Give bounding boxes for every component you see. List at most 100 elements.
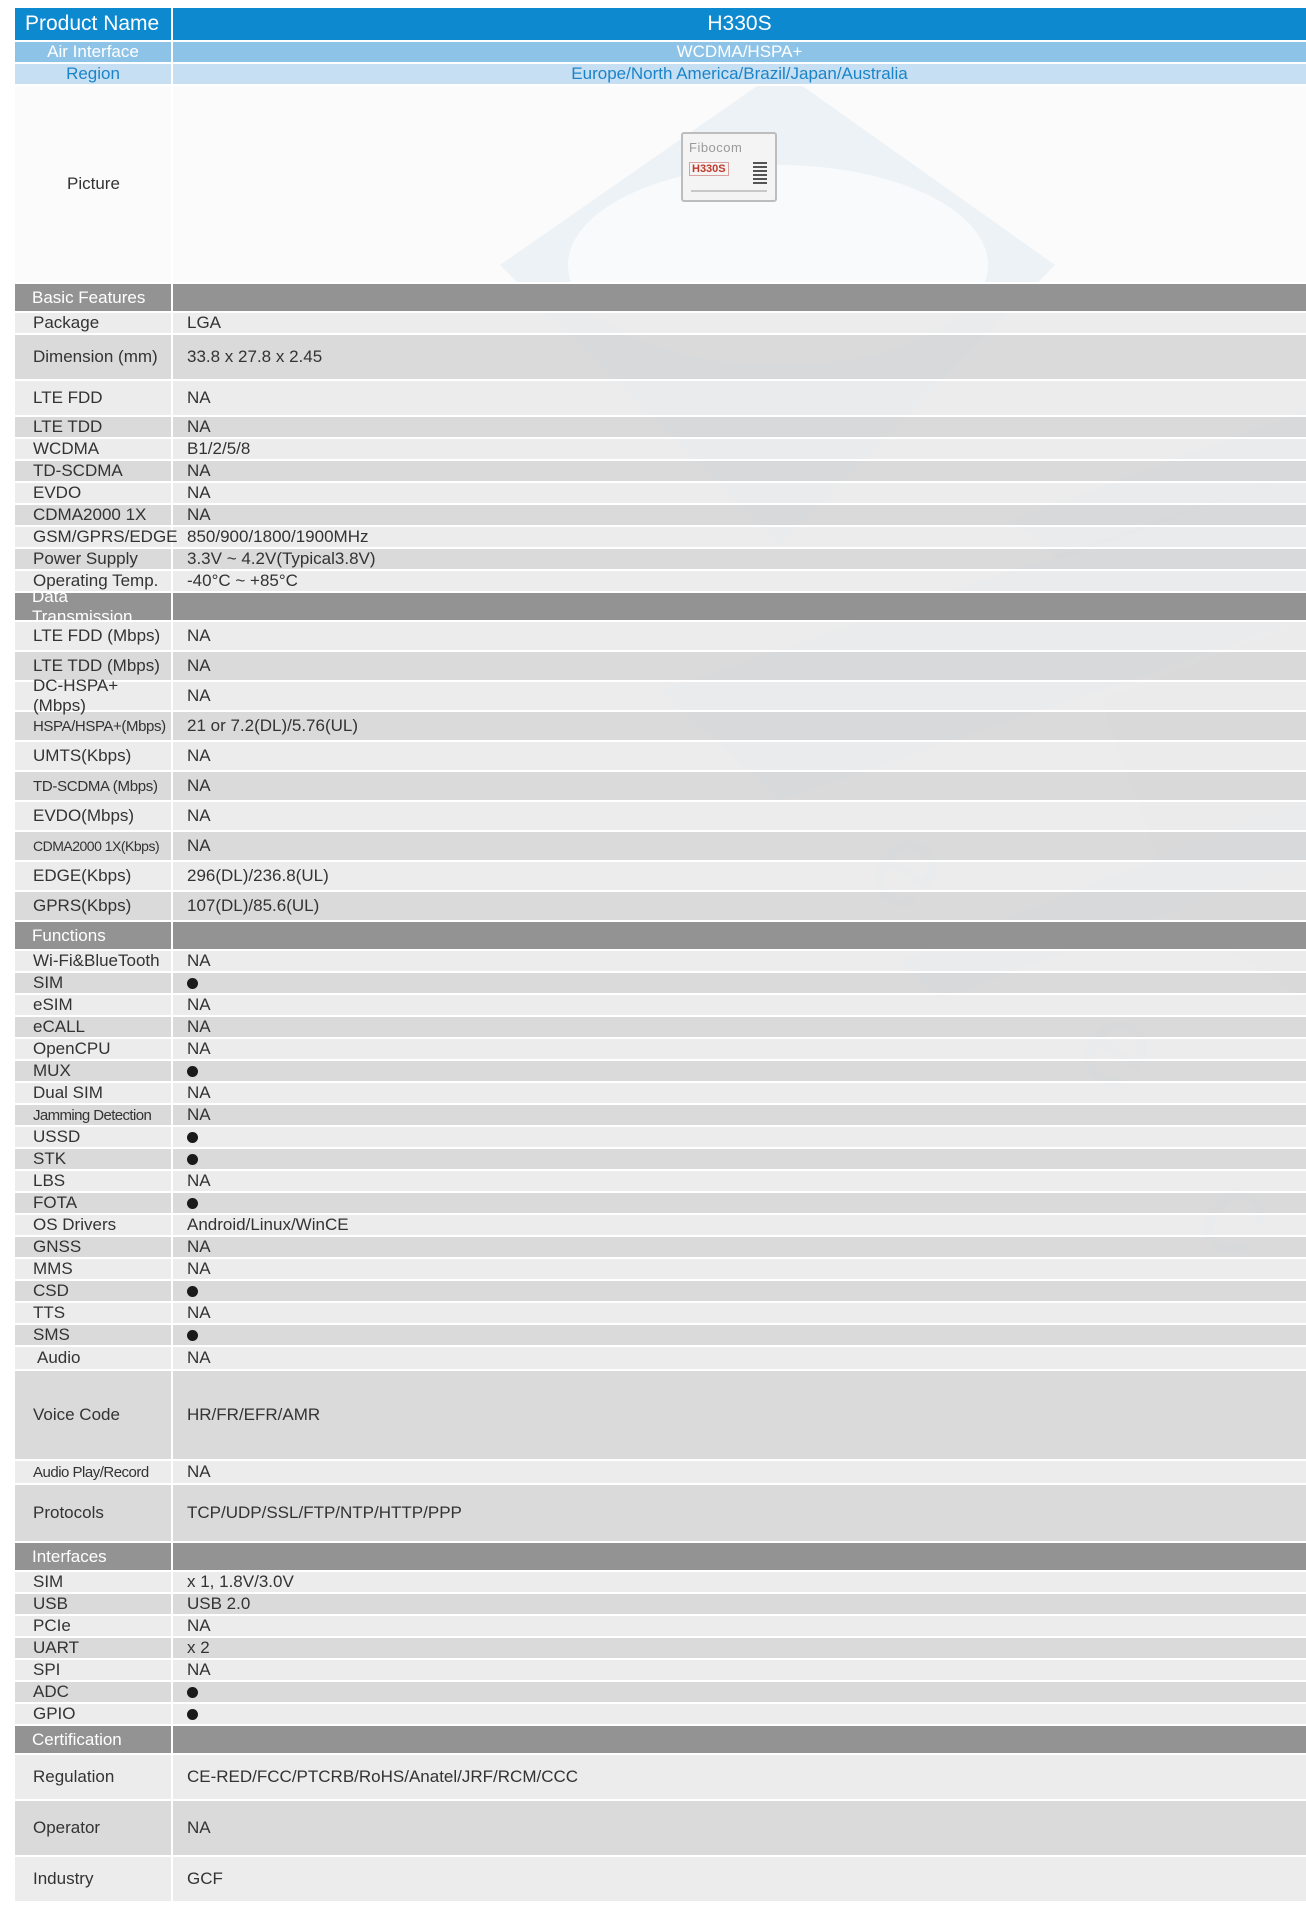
spec-label: LBS xyxy=(15,1171,173,1191)
spec-row: USB USB 2.0 xyxy=(15,1594,1306,1616)
spec-label: MUX xyxy=(15,1061,173,1081)
spec-value: NA xyxy=(187,626,211,645)
spec-value: -40°C ~ +85°C xyxy=(187,571,298,590)
spec-value: 296(DL)/236.8(UL) xyxy=(187,866,329,885)
section-title: Certification xyxy=(15,1726,173,1753)
spec-row: TD-SCDMA (Mbps) NA xyxy=(15,772,1306,802)
spec-row: CDMA2000 1X NA xyxy=(15,505,1306,527)
supported-dot-icon xyxy=(187,977,198,989)
spec-value xyxy=(173,973,1306,993)
supported-dot-icon xyxy=(187,1153,198,1165)
spec-label: Voice Code xyxy=(15,1371,173,1459)
spec-value: NA xyxy=(187,461,211,480)
spec-label: SMS xyxy=(15,1325,173,1345)
spec-row: Operator NA xyxy=(15,1801,1306,1857)
air-interface-row: Air Interface WCDMA/HSPA+ xyxy=(15,42,1306,64)
spec-label: STK xyxy=(15,1149,173,1169)
spec-value: NA xyxy=(187,1237,211,1256)
spec-row: Package LGA xyxy=(15,313,1306,335)
spec-value: 33.8 x 27.8 x 2.45 xyxy=(187,347,323,366)
spec-row: LTE TDD (Mbps) NA xyxy=(15,652,1306,682)
section-header-basic: Basic Features xyxy=(15,284,1306,313)
spec-row: LTE FDD NA xyxy=(15,381,1306,417)
spec-row: GSM/GPRS/EDGE 850/900/1800/1900MHz xyxy=(15,527,1306,549)
supported-dot-icon xyxy=(187,1686,198,1698)
spec-row: EVDO NA xyxy=(15,483,1306,505)
spec-value: 107(DL)/85.6(UL) xyxy=(187,896,320,915)
supported-dot-icon xyxy=(187,1285,198,1297)
module-model-text: H330S xyxy=(689,162,729,176)
spec-label: GNSS xyxy=(15,1237,173,1257)
spec-label: OS Drivers xyxy=(15,1215,173,1235)
spec-row: Regulation CE-RED/FCC/PTCRB/RoHS/Anatel/J… xyxy=(15,1755,1306,1801)
spec-label: USB xyxy=(15,1594,173,1614)
spec-label: ADC xyxy=(15,1682,173,1702)
spec-row: OS Drivers Android/Linux/WinCE xyxy=(15,1215,1306,1237)
spec-value: NA xyxy=(187,1039,211,1058)
spec-label: UART xyxy=(15,1638,173,1658)
spec-row: Audio NA xyxy=(15,1347,1306,1371)
spec-label: SPI xyxy=(15,1660,173,1680)
product-name-value: H330S xyxy=(707,12,772,35)
spec-row: TD-SCDMA NA xyxy=(15,461,1306,483)
spec-value: CE-RED/FCC/PTCRB/RoHS/Anatel/JRF/RCM/CCC xyxy=(187,1767,579,1786)
spec-value: NA xyxy=(187,1660,211,1679)
spec-value: NA xyxy=(187,1303,211,1322)
spec-value: 21 or 7.2(DL)/5.76(UL) xyxy=(187,716,359,735)
spec-label: LTE FDD (Mbps) xyxy=(15,622,173,650)
module-logo-text: Fibocom xyxy=(689,140,743,155)
spec-row: UMTS(Kbps) NA xyxy=(15,742,1306,772)
spec-value: LGA xyxy=(187,313,222,332)
spec-row: Wi-Fi&BlueTooth NA xyxy=(15,951,1306,973)
spec-value: NA xyxy=(187,951,211,970)
spec-sheet: Product Name H330S Air Interface WCDMA/H… xyxy=(15,8,1306,1903)
spec-row: GNSS NA xyxy=(15,1237,1306,1259)
spec-label: SIM xyxy=(15,973,173,993)
spec-row: UART x 2 xyxy=(15,1638,1306,1660)
spec-row: DC-HSPA+(Mbps) NA xyxy=(15,676,1306,715)
spec-value: NA xyxy=(187,1462,211,1481)
spec-label: Audio Play/Record xyxy=(15,1461,173,1483)
spec-label: EVDO(Mbps) xyxy=(15,802,173,830)
spec-label: Operator xyxy=(15,1801,173,1855)
spec-label: TD-SCDMA xyxy=(15,461,173,481)
spec-row: Dual SIM NA xyxy=(15,1083,1306,1105)
product-name-row: Product Name H330S xyxy=(15,8,1306,42)
spec-row: Dimension (mm) 33.8 x 27.8 x 2.45 xyxy=(15,335,1306,381)
spec-label: PCIe xyxy=(15,1616,173,1636)
spec-row: ADC xyxy=(15,1682,1306,1704)
section-title: Basic Features xyxy=(15,284,173,311)
spec-value: NA xyxy=(187,1171,211,1190)
spec-row: Operating Temp. -40°C ~ +85°C xyxy=(15,571,1306,593)
spec-label: CDMA2000 1X(Kbps) xyxy=(15,832,173,860)
spec-label: WCDMA xyxy=(15,439,173,459)
spec-label: Package xyxy=(15,313,173,333)
qr-code-icon xyxy=(753,162,767,184)
spec-value: NA xyxy=(187,1259,211,1278)
spec-value: NA xyxy=(187,1017,211,1036)
spec-label: Regulation xyxy=(15,1755,173,1799)
air-interface-value: WCDMA/HSPA+ xyxy=(676,42,803,61)
spec-value: NA xyxy=(187,656,211,675)
spec-label: TD-SCDMA (Mbps) xyxy=(15,772,173,800)
spec-label: UMTS(Kbps) xyxy=(15,742,173,770)
spec-value xyxy=(173,1061,1306,1081)
spec-value: NA xyxy=(187,1818,211,1837)
picture-label: Picture xyxy=(15,86,173,282)
section-title: Interfaces xyxy=(15,1543,173,1570)
spec-label: SIM xyxy=(15,1572,173,1592)
picture-row: Picture Fibocom H330S xyxy=(15,86,1306,284)
spec-row: SIM x 1, 1.8V/3.0V xyxy=(15,1572,1306,1594)
section-header-certification: Certification xyxy=(15,1726,1306,1755)
spec-label: HSPA/HSPA+(Mbps) xyxy=(15,712,173,740)
spec-row: EVDO(Mbps) NA xyxy=(15,802,1306,832)
spec-label: TTS xyxy=(15,1303,173,1323)
spec-label: Dual SIM xyxy=(15,1083,173,1103)
spec-label: LTE TDD xyxy=(15,417,173,437)
spec-value xyxy=(173,1127,1306,1147)
supported-dot-icon xyxy=(187,1329,198,1341)
spec-row: MUX xyxy=(15,1061,1306,1083)
spec-row: eSIM NA xyxy=(15,995,1306,1017)
spec-row: WCDMA B1/2/5/8 xyxy=(15,439,1306,461)
spec-row: TTS NA xyxy=(15,1303,1306,1325)
